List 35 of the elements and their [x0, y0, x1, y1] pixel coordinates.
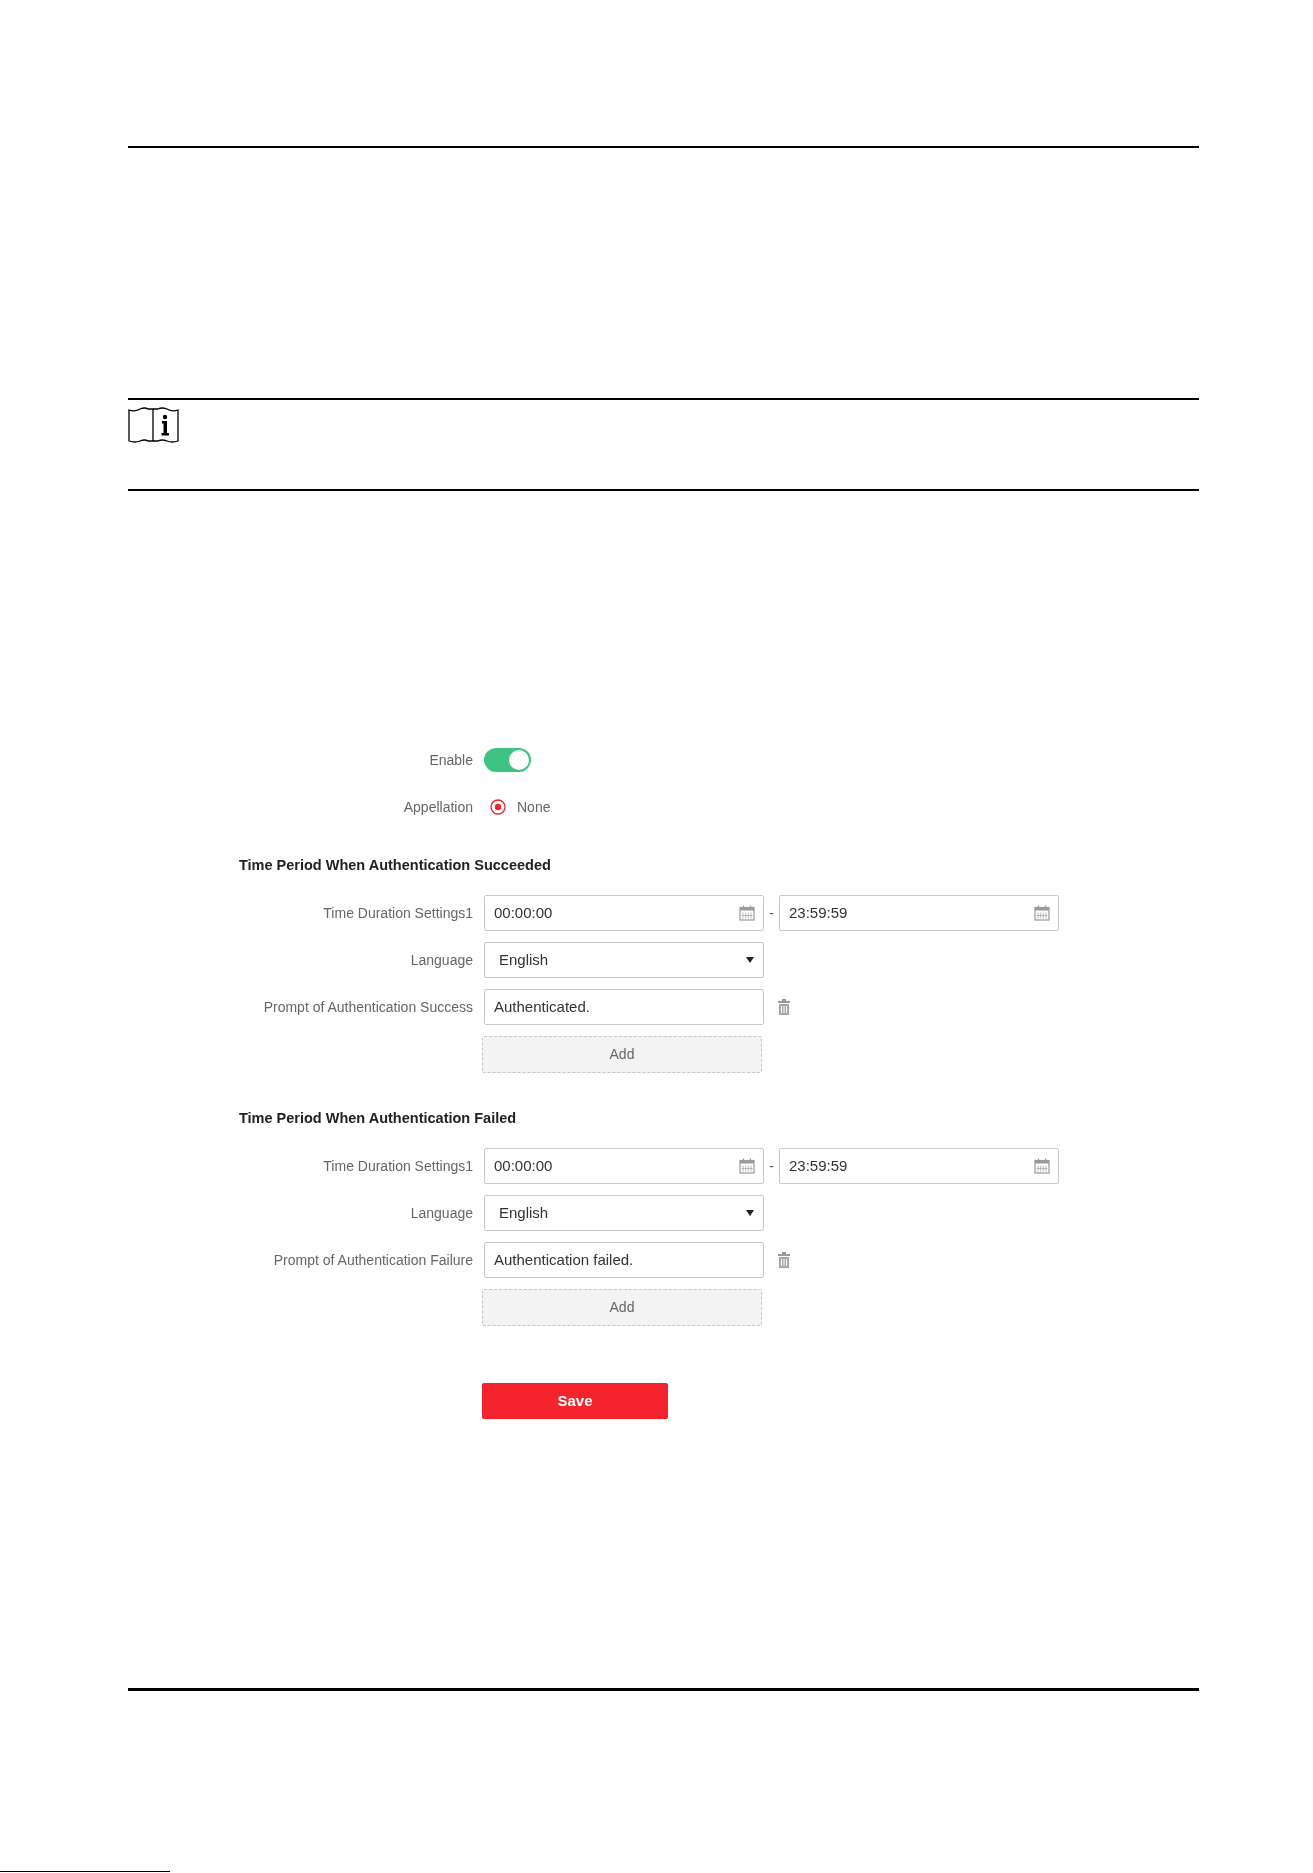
- end-time-field[interactable]: 23:59:59: [779, 895, 1059, 931]
- trash-icon[interactable]: [778, 1252, 790, 1268]
- field-label: Prompt of Authentication Failure: [273, 1252, 473, 1268]
- section-heading: Time Period When Authentication Failed: [239, 1109, 517, 1128]
- field-label: Prompt of Authentication Success: [263, 999, 473, 1015]
- note-book-icon: [128, 406, 179, 444]
- caret-icon: [746, 1210, 754, 1216]
- range-separator: -: [768, 1156, 775, 1176]
- start-time-field[interactable]: 00:00:00: [484, 895, 764, 931]
- range-separator: -: [768, 903, 775, 923]
- save-button[interactable]: Save: [482, 1383, 668, 1419]
- radio-label[interactable]: None: [517, 796, 551, 818]
- field-label: Language: [410, 1205, 473, 1221]
- calendar-icon: [739, 905, 755, 921]
- field-label: Enable: [429, 752, 473, 768]
- calendar-icon: [739, 1158, 755, 1174]
- caret-icon: [746, 957, 754, 963]
- calendar-icon: [1034, 1158, 1050, 1174]
- field-label: Time Duration Settings1: [323, 1158, 473, 1174]
- toggle-switch[interactable]: [484, 748, 531, 772]
- trash-icon[interactable]: [778, 999, 790, 1015]
- language-dropdown[interactable]: English: [484, 942, 764, 978]
- add-button[interactable]: Add: [482, 1289, 762, 1326]
- radio-button[interactable]: [490, 799, 506, 815]
- end-time-field[interactable]: 23:59:59: [779, 1148, 1059, 1184]
- prompt-field[interactable]: Authentication failed.: [484, 1242, 764, 1278]
- field-label: Time Duration Settings1: [323, 905, 473, 921]
- language-dropdown[interactable]: English: [484, 1195, 764, 1231]
- add-button[interactable]: Add: [482, 1036, 762, 1073]
- field-label: Language: [410, 952, 473, 968]
- calendar-icon: [1034, 905, 1050, 921]
- field-label: Appellation: [403, 799, 473, 815]
- start-time-field[interactable]: 00:00:00: [484, 1148, 764, 1184]
- section-heading: Time Period When Authentication Succeeded: [239, 856, 551, 875]
- prompt-field[interactable]: Authenticated.: [484, 989, 764, 1025]
